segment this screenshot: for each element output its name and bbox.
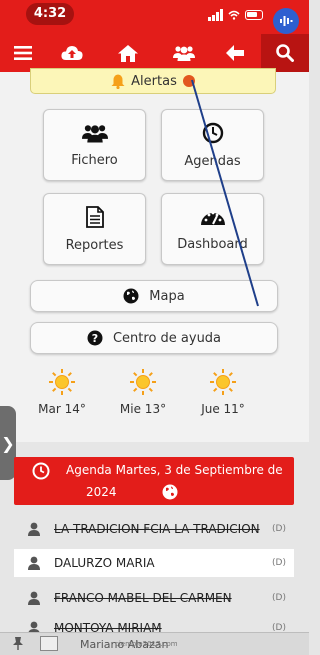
home-button[interactable] — [108, 34, 148, 72]
menu-icon — [14, 46, 32, 60]
weather-label: Jue 11° — [201, 402, 245, 416]
tile-label: Reportes — [65, 237, 124, 253]
pin-icon[interactable] — [12, 636, 24, 650]
clock-icon — [202, 122, 223, 143]
gauge-icon — [200, 211, 225, 225]
tile-agendas[interactable]: Agendas — [161, 109, 264, 181]
document-icon — [85, 205, 104, 228]
agenda-title: Agenda Martes, 3 de Septiembre de — [66, 463, 283, 477]
upload-button[interactable] — [52, 34, 92, 72]
globe-icon[interactable] — [162, 484, 178, 500]
weather-day: Mie 13° — [103, 368, 183, 416]
status-icons — [208, 6, 263, 24]
person-icon — [26, 556, 42, 570]
list-item[interactable]: FRANCO MABEL DEL CARMEN (D) — [14, 584, 294, 612]
status-bar: 4:32 — [0, 0, 309, 34]
list-item-name: DALURZO MARIA — [54, 556, 155, 570]
tile-label: Agendas — [184, 153, 241, 169]
tile-dashboard[interactable]: Dashboard — [161, 193, 264, 265]
sun-icon — [49, 369, 75, 395]
agenda-header[interactable]: Agenda Martes, 3 de Septiembre de 2024 — [14, 457, 294, 505]
battery-icon — [245, 10, 263, 20]
cloud-upload-icon — [61, 46, 83, 60]
alerts-label: Alertas — [131, 73, 177, 89]
alerts-button[interactable]: Alertas — [30, 68, 276, 94]
sun-icon — [210, 369, 236, 395]
weather-label: Mie 13° — [119, 402, 167, 416]
list-item-tag: (D) — [272, 524, 286, 534]
svg-text:?: ? — [92, 332, 98, 345]
top-toolbar — [0, 34, 309, 72]
help-center-button[interactable]: ? Centro de ayuda — [30, 322, 278, 354]
arrow-left-icon — [226, 45, 244, 61]
search-button[interactable] — [261, 34, 309, 72]
users-icon — [81, 124, 108, 142]
menu-button[interactable] — [3, 34, 43, 72]
wifi-icon — [228, 10, 240, 20]
status-time: 4:32 — [26, 3, 74, 25]
weather-label: Mar 14° — [38, 402, 86, 416]
question-icon: ? — [87, 330, 103, 346]
search-icon — [276, 44, 294, 62]
clock-icon — [32, 462, 50, 480]
person-icon — [26, 522, 42, 536]
users-icon — [173, 46, 195, 61]
tile-label: Dashboard — [177, 236, 248, 252]
sun-icon — [130, 369, 156, 395]
tile-label: Fichero — [71, 152, 118, 168]
users-button[interactable] — [164, 34, 204, 72]
main-content: Alertas Fichero Agendas Reportes Dashboa… — [0, 68, 309, 442]
home-icon — [118, 44, 138, 62]
window-icon[interactable] — [40, 636, 58, 651]
list-item[interactable]: DALURZO MARIA (D) — [14, 549, 294, 577]
map-label: Mapa — [149, 288, 185, 304]
list-item-name: LA TRADICION FCIA LA TRADICION — [54, 522, 260, 536]
list-item[interactable]: LA TRADICION FCIA LA TRADICION (D) — [14, 515, 294, 543]
signal-icon — [208, 9, 223, 21]
person-icon — [26, 591, 42, 605]
weather-day: Jue 11° — [183, 368, 263, 416]
list-item-tag: (D) — [272, 593, 286, 603]
bell-icon — [111, 74, 125, 89]
help-center-label: Centro de ayuda — [112, 330, 222, 346]
alerts-badge — [182, 75, 195, 87]
tile-fichero[interactable]: Fichero — [43, 109, 146, 181]
list-item-name: FRANCO MABEL DEL CARMEN — [54, 591, 232, 605]
list-item-tag: (D) — [272, 558, 286, 568]
assistant-bubble-icon[interactable] — [273, 8, 299, 34]
globe-icon — [123, 288, 139, 304]
back-button[interactable] — [215, 34, 255, 72]
bottom-url: ciemple2017.com — [115, 640, 178, 648]
map-button[interactable]: Mapa — [30, 280, 278, 312]
tile-reportes[interactable]: Reportes — [43, 193, 146, 265]
weather-day: Mar 14° — [22, 368, 102, 416]
